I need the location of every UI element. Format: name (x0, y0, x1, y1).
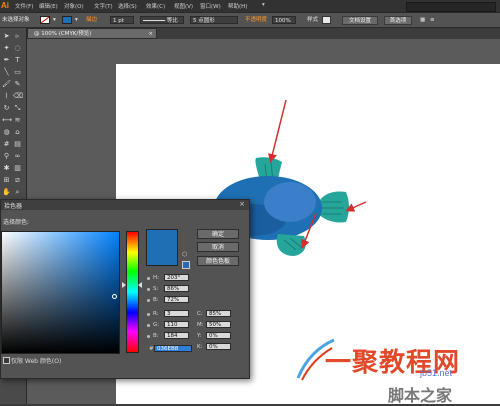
black-label: K: (197, 344, 203, 350)
hue-slider[interactable] (126, 231, 139, 353)
yellow-field[interactable]: 0% (206, 332, 231, 339)
brightness-field[interactable]: 72% (164, 296, 189, 303)
cyan-field[interactable]: 85% (206, 310, 231, 317)
hue-radio[interactable] (147, 277, 150, 280)
black-field[interactable]: 0% (206, 343, 231, 350)
hex-field[interactable]: 036EB8 (154, 345, 192, 352)
new-color-swatch (146, 229, 178, 248)
green-radio[interactable] (147, 324, 150, 327)
saturation-brightness-field[interactable] (1, 231, 120, 354)
hue-label: H: (153, 275, 159, 281)
dialog-title: 拾色器 (4, 203, 23, 210)
hue-pointer-right-icon[interactable] (138, 282, 142, 288)
arrow-to-tail-fin (345, 201, 367, 212)
hue-pointer-left-icon[interactable] (122, 282, 126, 288)
brightness-radio[interactable] (147, 299, 150, 302)
blue-label: B: (153, 333, 159, 339)
web-colors-only-label: 仅限 Web 颜色(O) (11, 358, 62, 365)
cancel-button[interactable]: 取消 (197, 242, 239, 252)
color-picker-dialog: 拾色器 × 选择颜色: ⬡ 确定 取消 颜色色板 H: 203° S: 86% … (0, 199, 250, 379)
web-safe-cube-icon[interactable] (182, 261, 190, 269)
saturation-label: S: (153, 286, 159, 292)
ok-button[interactable]: 确定 (197, 229, 239, 239)
magenta-label: M: (197, 322, 204, 328)
blue-radio[interactable] (147, 335, 150, 338)
color-picker-marker[interactable] (112, 294, 117, 299)
current-color-swatch[interactable] (146, 247, 178, 266)
red-radio[interactable] (147, 313, 150, 316)
arrow-to-bottom-fin (301, 212, 317, 249)
yellow-label: Y: (197, 333, 202, 339)
red-field[interactable]: 3 (164, 310, 189, 317)
hue-field[interactable]: 203° (164, 274, 189, 281)
close-icon[interactable]: × (239, 200, 245, 208)
hex-label: # (149, 346, 154, 352)
brightness-label: B: (153, 297, 159, 303)
watermark-url: jb51.net (420, 368, 453, 378)
web-colors-only-checkbox[interactable] (3, 357, 10, 364)
saturation-field[interactable]: 86% (164, 285, 189, 292)
gamut-warning-icon[interactable]: ⬡ (182, 252, 188, 258)
select-color-label: 选择颜色: (3, 219, 30, 226)
magenta-field[interactable]: 50% (206, 321, 231, 328)
blue-field[interactable]: 184 (164, 332, 189, 339)
watermark-subtext: 脚本之家 (388, 386, 453, 405)
cyan-label: C: (197, 311, 203, 317)
saturation-radio[interactable] (147, 288, 150, 291)
color-swatches-button[interactable]: 颜色色板 (197, 256, 239, 266)
dialog-titlebar[interactable]: 拾色器 × (1, 200, 249, 210)
arrow-to-dorsal-fin (268, 99, 287, 163)
green-field[interactable]: 110 (164, 321, 189, 328)
green-label: G: (153, 322, 160, 328)
red-label: R: (153, 311, 159, 317)
